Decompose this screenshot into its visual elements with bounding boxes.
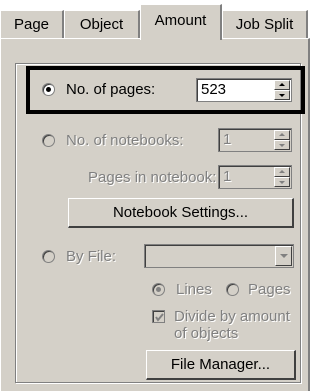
divide-by-amount-label: Divide by amount [174, 308, 290, 325]
no-of-notebooks-radio[interactable] [42, 134, 55, 147]
no-of-pages-spinner[interactable]: 523 [196, 78, 292, 102]
checkmark-icon [155, 313, 164, 322]
chevron-down-icon [280, 254, 288, 258]
spin-down-button[interactable] [274, 177, 290, 187]
pages-label: Pages [248, 281, 291, 298]
notebook-settings-button[interactable]: Notebook Settings... [68, 198, 294, 228]
chevron-up-icon [279, 170, 285, 173]
no-of-notebooks-spinner[interactable]: 1 [218, 128, 292, 152]
spin-up-button[interactable] [274, 130, 290, 140]
lines-label: Lines [176, 281, 212, 298]
pages-radio[interactable] [226, 283, 239, 296]
tab-amount[interactable]: Amount [140, 4, 222, 40]
dropdown-button[interactable] [275, 246, 292, 266]
no-of-notebooks-value: 1 [223, 131, 232, 148]
radio-dot [46, 87, 51, 92]
tab-page[interactable]: Page [0, 10, 64, 38]
chevron-down-icon [279, 181, 285, 184]
spinner-buttons [274, 80, 290, 100]
by-file-dropdown[interactable] [144, 244, 294, 268]
spin-down-button[interactable] [274, 90, 290, 100]
chevron-up-icon [279, 133, 285, 136]
chevron-down-icon [279, 144, 285, 147]
file-manager-button[interactable]: File Manager... [146, 350, 296, 380]
by-file-label: By File: [66, 248, 117, 265]
no-of-pages-radio[interactable] [42, 83, 55, 96]
pages-in-notebook-label: Pages in notebook: [88, 169, 217, 186]
divide-by-amount-checkbox[interactable] [152, 310, 165, 323]
tab-strip: Page Object Amount Job Split [0, 0, 310, 40]
no-of-pages-label: No. of pages: [66, 81, 156, 98]
amount-dialog: Page Object Amount Job Split No. of page… [0, 0, 321, 391]
tab-object[interactable]: Object [64, 10, 140, 38]
spinner-buttons [274, 130, 290, 150]
lines-radio[interactable] [152, 283, 165, 296]
radio-dot [156, 287, 161, 292]
tab-job-split[interactable]: Job Split [222, 10, 308, 38]
spin-up-button[interactable] [274, 167, 290, 177]
by-file-radio[interactable] [42, 250, 55, 263]
spin-down-button[interactable] [274, 140, 290, 150]
chevron-down-icon [279, 94, 285, 97]
pages-in-notebook-value: 1 [223, 168, 232, 185]
no-of-pages-value[interactable]: 523 [201, 81, 226, 99]
chevron-up-icon [279, 83, 285, 86]
no-of-notebooks-label: No. of notebooks: [66, 132, 184, 149]
spinner-buttons [274, 167, 290, 187]
pages-in-notebook-spinner[interactable]: 1 [218, 165, 292, 189]
spin-up-button[interactable] [274, 80, 290, 90]
divide-by-amount-label-line2: of objects [174, 325, 239, 342]
